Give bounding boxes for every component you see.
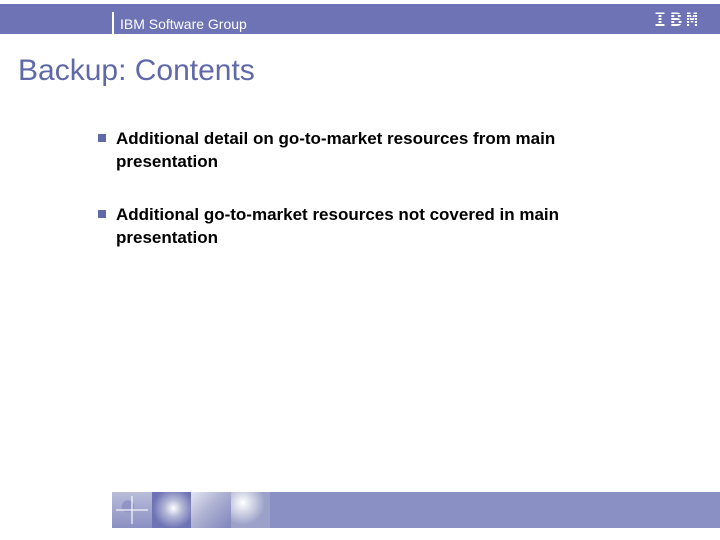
header-divider	[112, 12, 114, 34]
footer-spacer	[0, 492, 112, 528]
footer-image-strip	[112, 492, 270, 528]
footer-bar	[0, 492, 720, 528]
footer-tile-crosshair-icon	[112, 492, 152, 528]
content-area: Additional detail on go-to-market resour…	[98, 128, 623, 280]
list-item: Additional go-to-market resources not co…	[98, 204, 623, 250]
slide: IBM Software Group IBM Backup: Contents …	[0, 0, 720, 540]
ibm-logo-text: IBM	[654, 12, 702, 32]
footer-tile-abstract-icon	[231, 492, 271, 528]
bullet-text: Additional go-to-market resources not co…	[116, 204, 623, 250]
footer-tile-face-icon	[191, 492, 231, 528]
list-item: Additional detail on go-to-market resour…	[98, 128, 623, 174]
slide-title: Backup: Contents	[18, 54, 255, 88]
header-group-label: IBM Software Group	[120, 16, 247, 32]
ibm-logo: IBM	[654, 12, 702, 32]
footer-tile-globe-icon	[152, 492, 192, 528]
bullet-text: Additional detail on go-to-market resour…	[116, 128, 623, 174]
square-bullet-icon	[98, 134, 106, 142]
square-bullet-icon	[98, 210, 106, 218]
footer-purple-band	[270, 492, 720, 528]
header-bar: IBM Software Group IBM	[0, 4, 720, 34]
